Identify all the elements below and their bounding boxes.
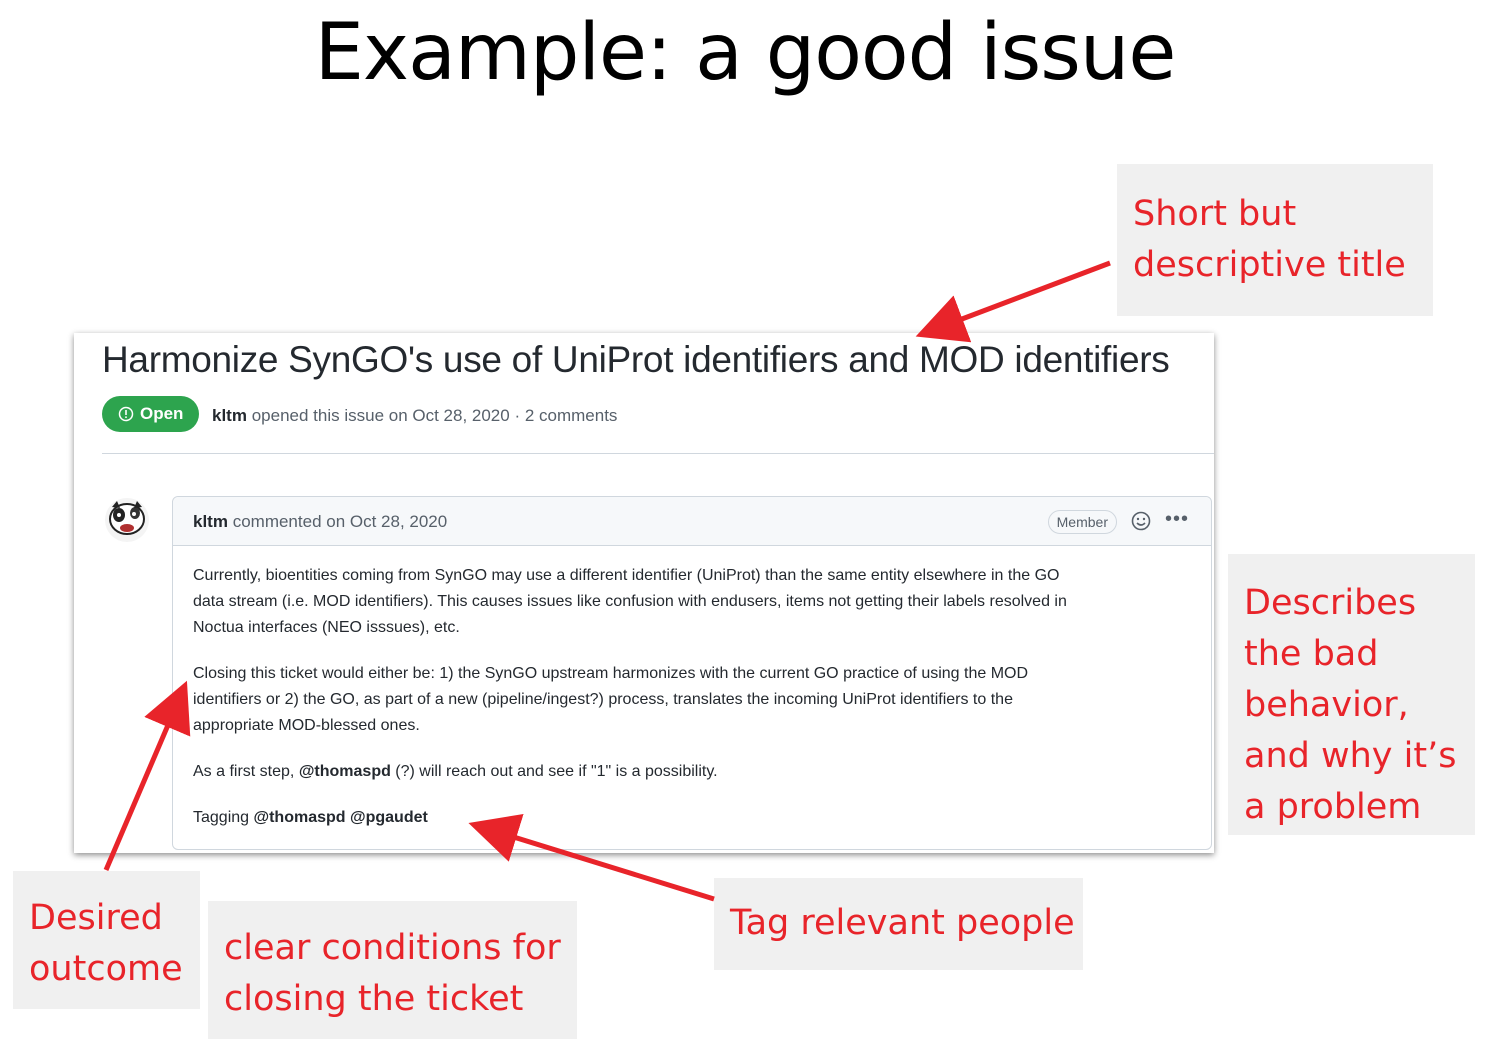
arrow-to-title [915, 260, 1111, 343]
annotation-arrows [103, 260, 1111, 902]
arrow-to-tagging [468, 813, 715, 902]
arrow-to-closing-paragraph [103, 680, 191, 871]
